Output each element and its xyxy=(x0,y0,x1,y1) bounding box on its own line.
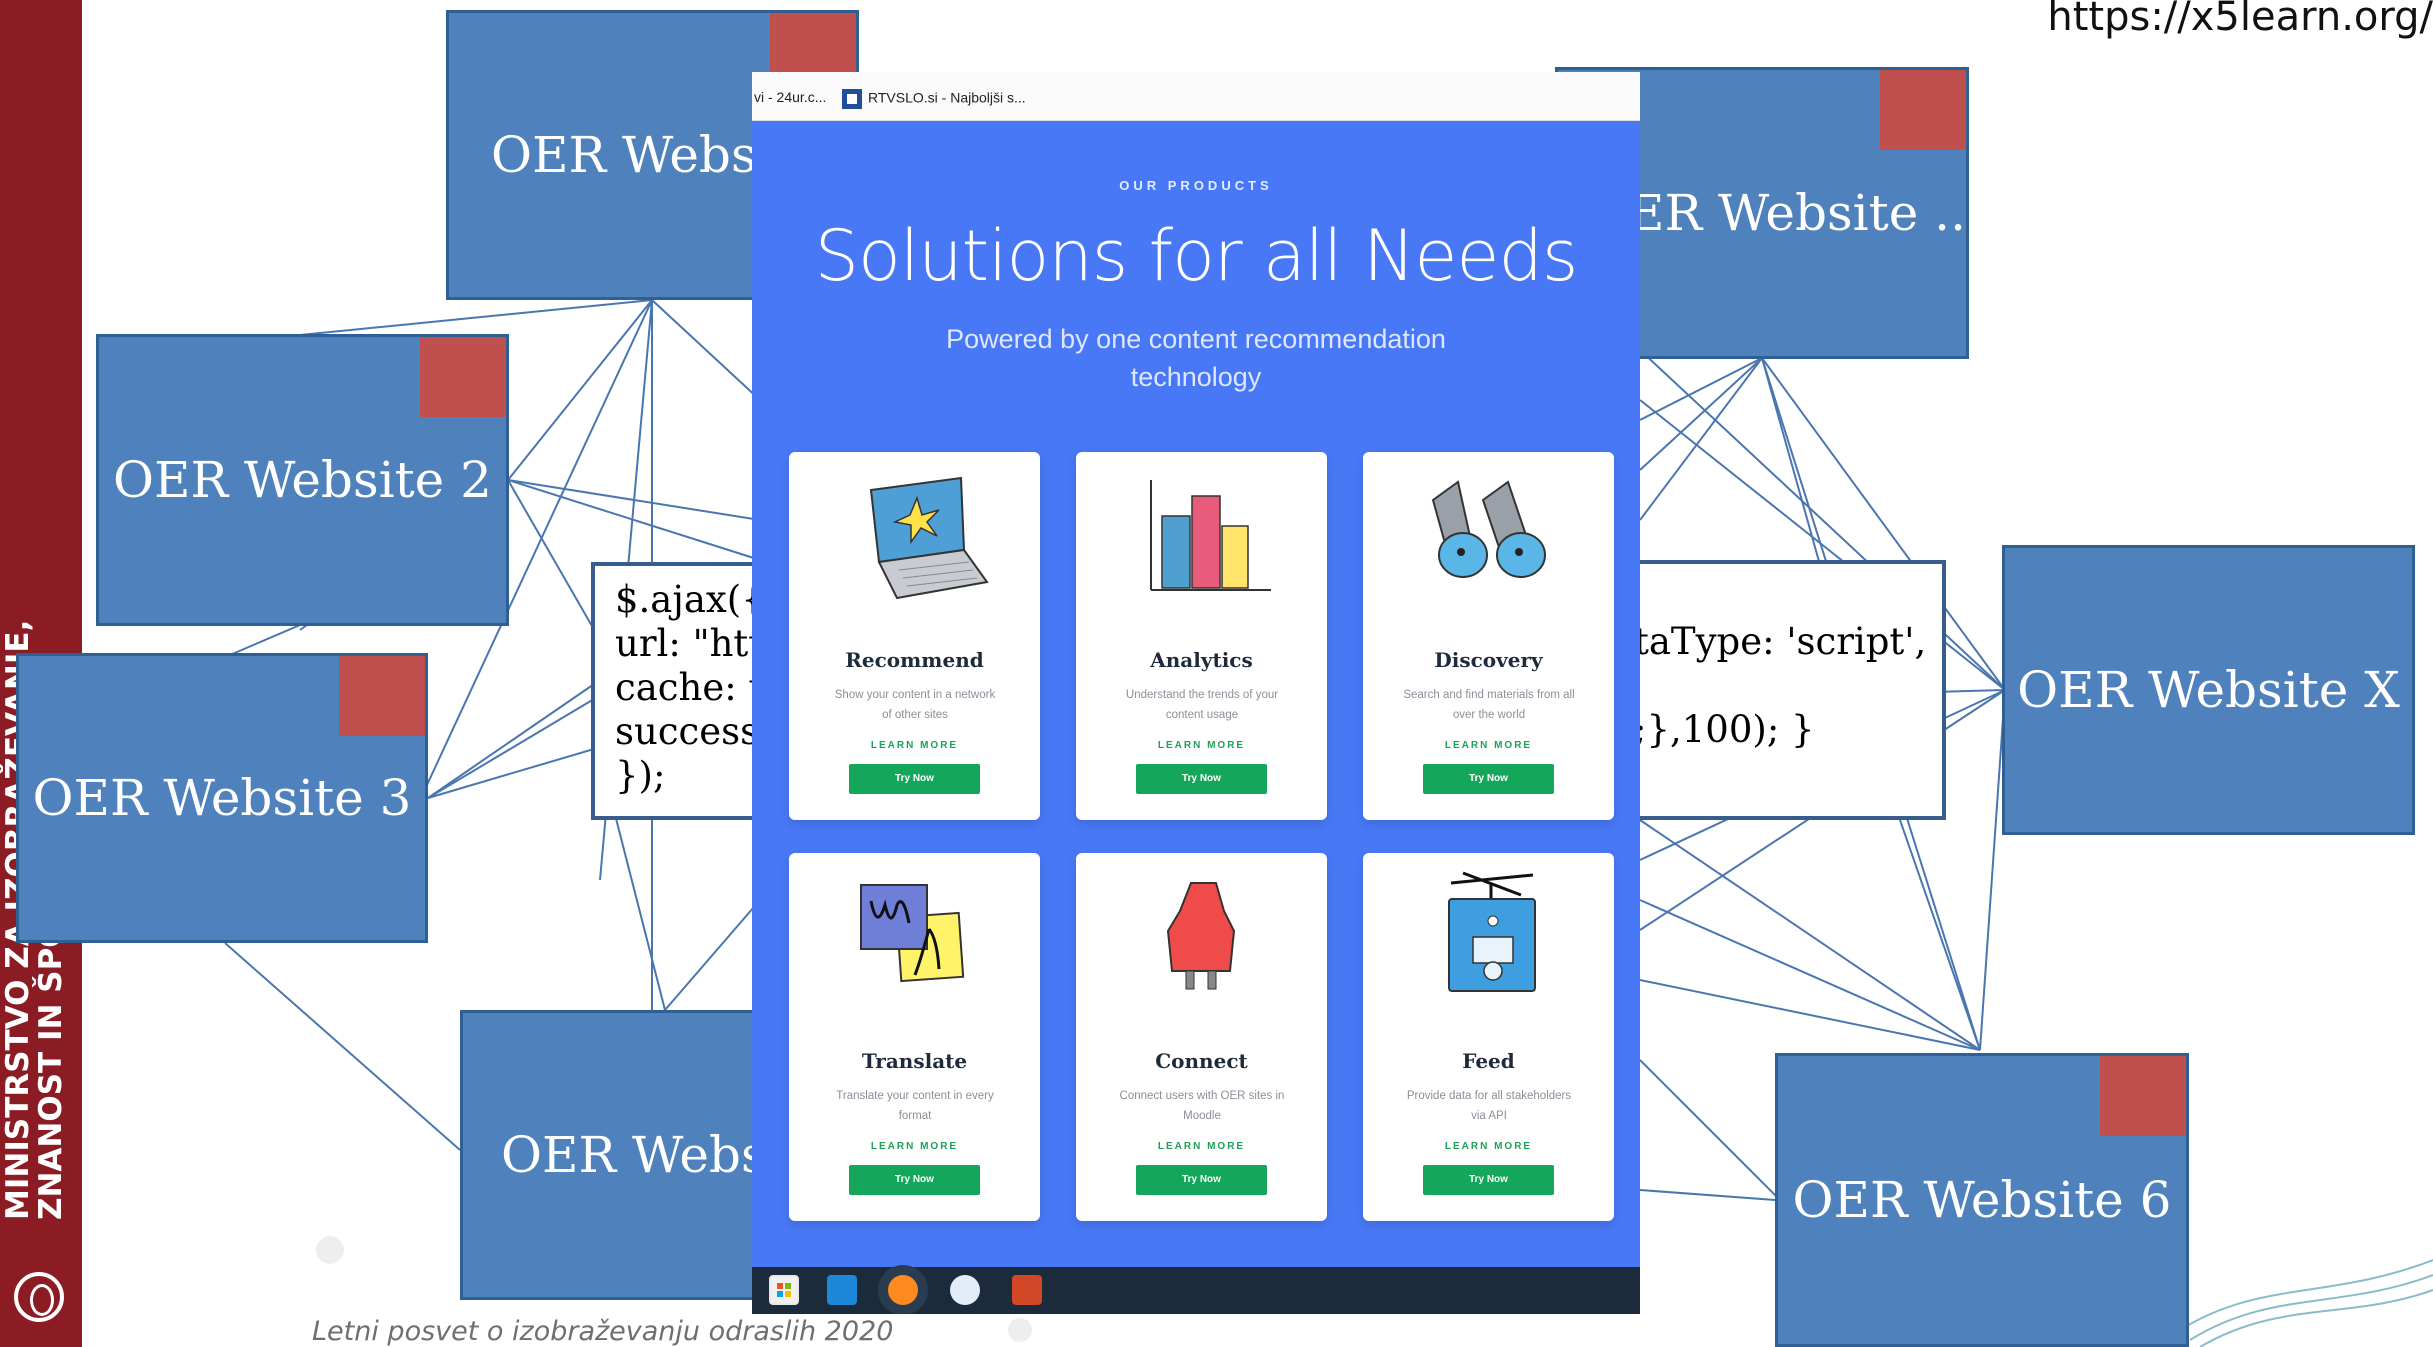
product-description: Search and find materials from all over … xyxy=(1403,689,1575,721)
learn-more-link[interactable]: LEARN MORE xyxy=(1076,1141,1327,1152)
slide-footer: Letni posvet o izobraževanju odraslih 20… xyxy=(312,1316,894,1347)
code-box-right: taType: 'script', ;},100); } xyxy=(1600,560,1946,820)
browser-tab-bar: vi - 24ur.c... RTVSLO.si - Najboljši s..… xyxy=(752,72,1640,121)
try-now-button[interactable]: Try Now xyxy=(1423,1165,1554,1195)
product-description: Provide data for all stakeholders via AP… xyxy=(1406,1090,1572,1122)
learn-more-link[interactable]: LEARN MORE xyxy=(1363,740,1614,751)
translate-notes-icon xyxy=(860,884,965,983)
website-screenshot: vi - 24ur.c... RTVSLO.si - Najboljši s..… xyxy=(752,72,1640,1314)
oer-node-label: ER Website ... xyxy=(1628,184,1969,242)
try-now-button[interactable]: Try Now xyxy=(1423,764,1554,794)
corner-square xyxy=(339,656,425,736)
product-name: Translate xyxy=(861,1049,968,1073)
try-now-button[interactable]: Try Now xyxy=(849,1165,980,1195)
oer-node-6: OER Website 6 xyxy=(1775,1053,2189,1347)
windows-taskbar xyxy=(752,1267,1640,1314)
binoculars-icon xyxy=(1431,480,1546,578)
store-icon[interactable] xyxy=(769,1275,799,1305)
try-now-button[interactable]: Try Now xyxy=(1136,1165,1267,1195)
mail-icon[interactable] xyxy=(827,1275,857,1305)
oer-node-label: OER Website 2 xyxy=(113,451,492,509)
laptop-icon xyxy=(869,476,989,600)
product-card-analytics: Analytics Understand the trends of your … xyxy=(1076,452,1327,820)
product-description: Understand the trends of your content us… xyxy=(1125,689,1279,721)
product-name: Discovery xyxy=(1434,648,1543,672)
product-card-connect: Connect Connect users with OER sites in … xyxy=(1076,853,1327,1221)
product-name: Feed xyxy=(1462,1049,1515,1073)
learn-more-link[interactable]: LEARN MORE xyxy=(1363,1141,1614,1152)
page-title: Solutions for all Needs xyxy=(814,215,1579,297)
product-name: Analytics xyxy=(1150,648,1253,672)
outlook-icon[interactable] xyxy=(950,1275,980,1305)
browser-tab-24ur[interactable]: vi - 24ur.c... xyxy=(754,89,826,105)
learn-more-link[interactable]: LEARN MORE xyxy=(1076,740,1327,751)
oer-node-label: OER Website 6 xyxy=(1792,1171,2172,1229)
learn-more-link[interactable]: LEARN MORE xyxy=(789,1141,1040,1152)
rtvslo-favicon-icon xyxy=(842,89,862,109)
oer-node-2: OER Website 2 xyxy=(96,334,509,626)
product-card-translate: Translate Translate your content in ever… xyxy=(789,853,1040,1221)
product-card-feed: Feed Provide data for all stakeholders v… xyxy=(1363,853,1614,1221)
product-card-recommend: Recommend Show your content in a network… xyxy=(789,452,1040,820)
section-eyebrow: OUR PRODUCTS xyxy=(1119,178,1273,193)
product-description: Translate your content in every format xyxy=(836,1090,994,1122)
feed-device-icon xyxy=(1448,871,1536,992)
powerpoint-icon[interactable] xyxy=(1012,1275,1042,1305)
corner-square xyxy=(420,337,506,417)
try-now-button[interactable]: Try Now xyxy=(849,764,980,794)
oer-node-label: OER Website 3 xyxy=(32,769,412,827)
corner-square xyxy=(2100,1056,2186,1136)
tab-label: RTVSLO.si - Najboljši s... xyxy=(868,89,1026,106)
page-subtitle: Powered by one content recommendation te… xyxy=(946,324,1446,392)
oer-node-x: OER Website X xyxy=(2002,545,2415,835)
oer-node-label: OER Website X xyxy=(2017,661,2400,719)
product-description: Connect users with OER sites in Moodle xyxy=(1119,1090,1285,1122)
oer-node-3: OER Website 3 xyxy=(16,653,428,943)
product-name: Connect xyxy=(1155,1049,1248,1073)
oer-node-label: OER Websit xyxy=(491,126,793,184)
code-line: ;},100); } xyxy=(1634,708,1815,751)
product-name: Recommend xyxy=(845,648,984,672)
firefox-icon[interactable] xyxy=(888,1275,918,1305)
product-card-discovery: Discovery Search and find materials from… xyxy=(1363,452,1614,820)
code-line: taType: 'script', xyxy=(1634,620,1927,663)
plug-icon xyxy=(1166,882,1236,990)
learn-more-link[interactable]: LEARN MORE xyxy=(789,740,1040,751)
bar-chart-icon xyxy=(1150,480,1271,591)
corner-square xyxy=(1880,70,1966,150)
try-now-button[interactable]: Try Now xyxy=(1136,764,1267,794)
browser-tab-rtvslo[interactable]: RTVSLO.si - Najboljši s... xyxy=(842,89,1026,109)
product-description: Show your content in a network of other … xyxy=(834,689,996,721)
